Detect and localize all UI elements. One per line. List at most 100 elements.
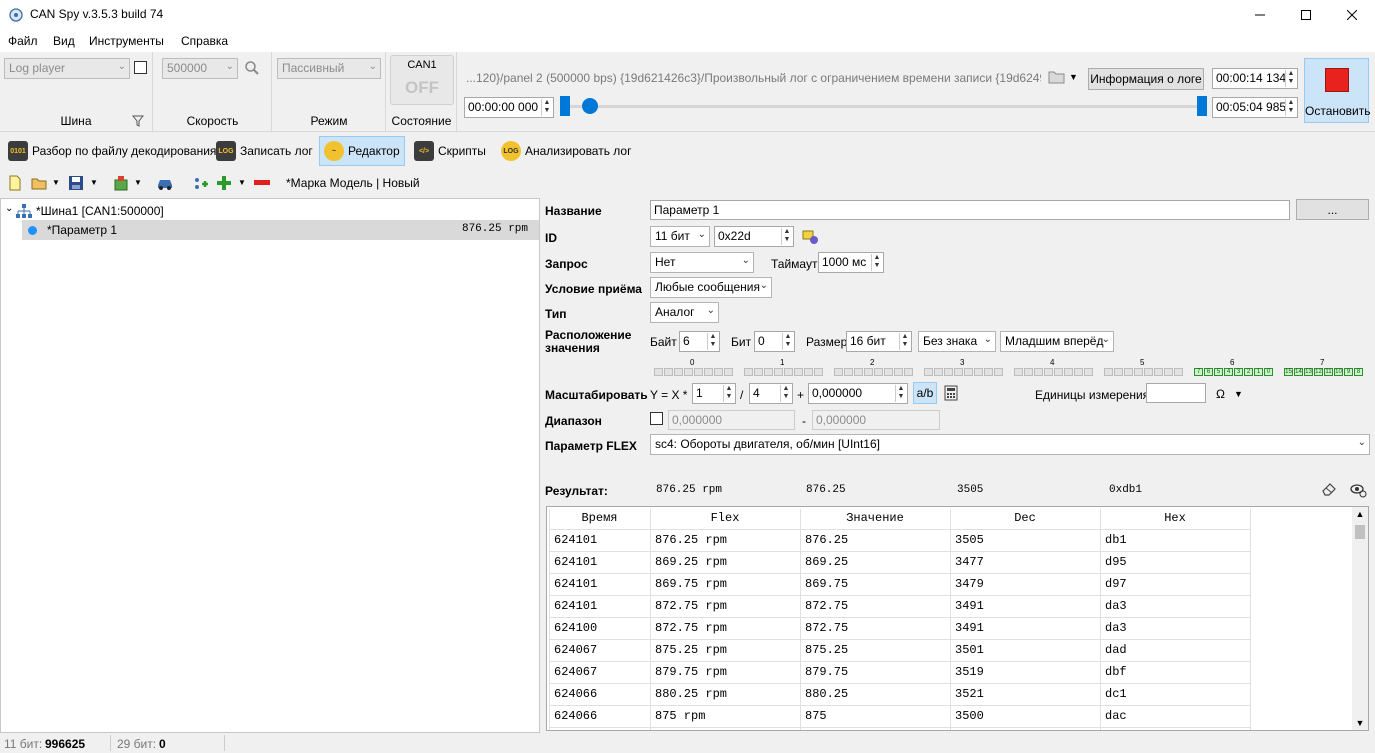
table-cell[interactable]: 875.25 rpm xyxy=(655,643,727,657)
range-min-field[interactable]: 0,000000 xyxy=(668,410,795,430)
range-start-handle[interactable] xyxy=(560,96,570,116)
bit-cell[interactable] xyxy=(814,368,823,376)
bit-cell[interactable] xyxy=(1144,368,1153,376)
collapse-icon[interactable]: ⌄ xyxy=(5,203,13,214)
table-cell[interactable]: da3 xyxy=(1105,599,1127,613)
tab-analyze[interactable]: LOG Анализировать лог xyxy=(497,136,635,166)
close-button[interactable] xyxy=(1329,0,1375,30)
bit-cell[interactable]: 8 xyxy=(1354,368,1363,376)
table-cell[interactable]: dad xyxy=(1105,643,1127,657)
bit-cell[interactable]: 3 xyxy=(1234,368,1243,376)
bit-cell[interactable] xyxy=(1134,368,1143,376)
table-cell[interactable]: 880.25 rpm xyxy=(655,687,727,701)
bit-cell[interactable] xyxy=(864,368,873,376)
bit-cell[interactable] xyxy=(994,368,1003,376)
bit-cell[interactable]: 9 xyxy=(1344,368,1353,376)
tab-editor[interactable]: ~ Редактор xyxy=(319,136,405,166)
range-max-field[interactable]: 0,000000 xyxy=(812,410,940,430)
table-cell[interactable]: 3491 xyxy=(955,599,984,613)
log-info-button[interactable]: Информация о логе xyxy=(1088,68,1204,90)
tab-decode[interactable]: 0101 Разбор по файлу декодирования xyxy=(4,136,220,166)
table-cell[interactable]: dc1 xyxy=(1105,687,1127,701)
table-cell[interactable]: 872.75 rpm xyxy=(655,621,727,635)
bit-cell[interactable] xyxy=(1084,368,1093,376)
spin-arrows-icon[interactable]: ▲ ▼ xyxy=(780,385,791,402)
search-icon[interactable] xyxy=(244,60,260,76)
car-icon[interactable] xyxy=(156,174,174,192)
bit-cell[interactable]: 15 xyxy=(1284,368,1293,376)
open-folder-icon[interactable] xyxy=(30,174,48,192)
table-cell[interactable]: 3491 xyxy=(955,621,984,635)
bit-cell[interactable] xyxy=(794,368,803,376)
table-cell[interactable]: 872.75 xyxy=(805,599,848,613)
spin-arrows-icon[interactable]: ▲ ▼ xyxy=(707,333,718,350)
bit-cell[interactable] xyxy=(1174,368,1183,376)
save-icon[interactable] xyxy=(67,174,85,192)
table-cell[interactable]: 880.25 xyxy=(805,687,848,701)
column-header[interactable]: Flex xyxy=(650,511,800,525)
tab-record-log[interactable]: LOG Записать лог xyxy=(212,136,317,166)
bit-cell[interactable] xyxy=(954,368,963,376)
table-cell[interactable]: 624066 xyxy=(554,687,597,701)
table-cell[interactable]: 876.25 xyxy=(805,533,848,547)
sign-combo[interactable]: Без знака ⌄ xyxy=(918,331,996,352)
minimize-button[interactable] xyxy=(1237,0,1283,30)
bit-cell[interactable]: 12 xyxy=(1314,368,1323,376)
table-cell[interactable]: 869.25 xyxy=(805,555,848,569)
bit-cell[interactable] xyxy=(744,368,753,376)
table-cell[interactable]: 876.25 rpm xyxy=(655,533,727,547)
table-cell[interactable]: d97 xyxy=(1105,577,1127,591)
table-cell[interactable]: 869.25 rpm xyxy=(655,555,727,569)
bit-cell[interactable] xyxy=(1114,368,1123,376)
scroll-up-icon[interactable]: ▲ xyxy=(1352,509,1368,519)
condition-combo[interactable]: Любые сообщения ⌄ xyxy=(650,277,772,298)
omega-button[interactable]: Ω xyxy=(1216,387,1225,401)
bit-cell[interactable] xyxy=(684,368,693,376)
bit-cell[interactable] xyxy=(1064,368,1073,376)
eraser-icon[interactable] xyxy=(1321,481,1337,497)
bit-cell[interactable] xyxy=(1034,368,1043,376)
bus-combo[interactable]: Log player ⌄ xyxy=(4,58,130,79)
watch-settings-icon[interactable] xyxy=(1349,480,1367,498)
id-bits-combo[interactable]: 11 бит ⌄ xyxy=(650,226,710,247)
maximize-button[interactable] xyxy=(1283,0,1329,30)
bit-cell[interactable] xyxy=(834,368,843,376)
calculator-icon[interactable] xyxy=(944,385,958,401)
bit-cell[interactable] xyxy=(674,368,683,376)
table-cell[interactable]: 875.25 xyxy=(805,643,848,657)
scale-numerator-field[interactable]: 1 ▲ ▼ xyxy=(692,383,736,404)
spin-arrows-icon[interactable]: ▲ ▼ xyxy=(895,385,906,402)
table-cell[interactable]: 624067 xyxy=(554,665,597,679)
bit-cell[interactable] xyxy=(754,368,763,376)
bit-cell[interactable] xyxy=(704,368,713,376)
spin-arrows-icon[interactable]: ▲ ▼ xyxy=(782,333,793,350)
chevron-down-icon[interactable]: ▼ xyxy=(238,178,246,187)
table-cell[interactable]: 3501 xyxy=(955,643,984,657)
bit-cell[interactable] xyxy=(884,368,893,376)
scale-denominator-field[interactable]: 4 ▲ ▼ xyxy=(749,383,793,404)
byte-order-combo[interactable]: Младшим вперёд ⌄ xyxy=(1000,331,1114,352)
bus-checkbox[interactable] xyxy=(134,61,147,74)
bit-cell[interactable] xyxy=(714,368,723,376)
chevron-down-icon[interactable]: ▼ xyxy=(1069,72,1078,82)
table-cell[interactable]: 3500 xyxy=(955,709,984,723)
speed-combo[interactable]: 500000 ⌄ xyxy=(162,58,238,79)
spin-arrows-icon[interactable]: ▲ ▼ xyxy=(1285,99,1296,116)
bit-cell[interactable]: 4 xyxy=(1224,368,1233,376)
scroll-thumb[interactable] xyxy=(1355,525,1365,539)
tree-param-node[interactable]: *Параметр 1 876.25 rpm xyxy=(22,220,539,240)
bit-cell[interactable] xyxy=(1074,368,1083,376)
bit-cell[interactable]: 2 xyxy=(1244,368,1253,376)
bit-cell[interactable] xyxy=(904,368,913,376)
table-cell[interactable]: d95 xyxy=(1105,555,1127,569)
table-cell[interactable]: 869.75 xyxy=(805,577,848,591)
current-time-field[interactable]: 00:00:14 134 ▲ ▼ xyxy=(1212,68,1298,89)
spin-arrows-icon[interactable]: ▲ ▼ xyxy=(871,254,882,271)
bit-cell[interactable]: 7 xyxy=(1194,368,1203,376)
table-cell[interactable]: da3 xyxy=(1105,621,1127,635)
name-more-button[interactable]: ... xyxy=(1296,199,1369,220)
end-time-field[interactable]: 00:05:04 985 ▲ ▼ xyxy=(1212,97,1298,118)
slider-thumb[interactable] xyxy=(582,98,599,114)
stop-button[interactable]: Остановить xyxy=(1304,58,1371,123)
table-cell[interactable]: 624100 xyxy=(554,621,597,635)
